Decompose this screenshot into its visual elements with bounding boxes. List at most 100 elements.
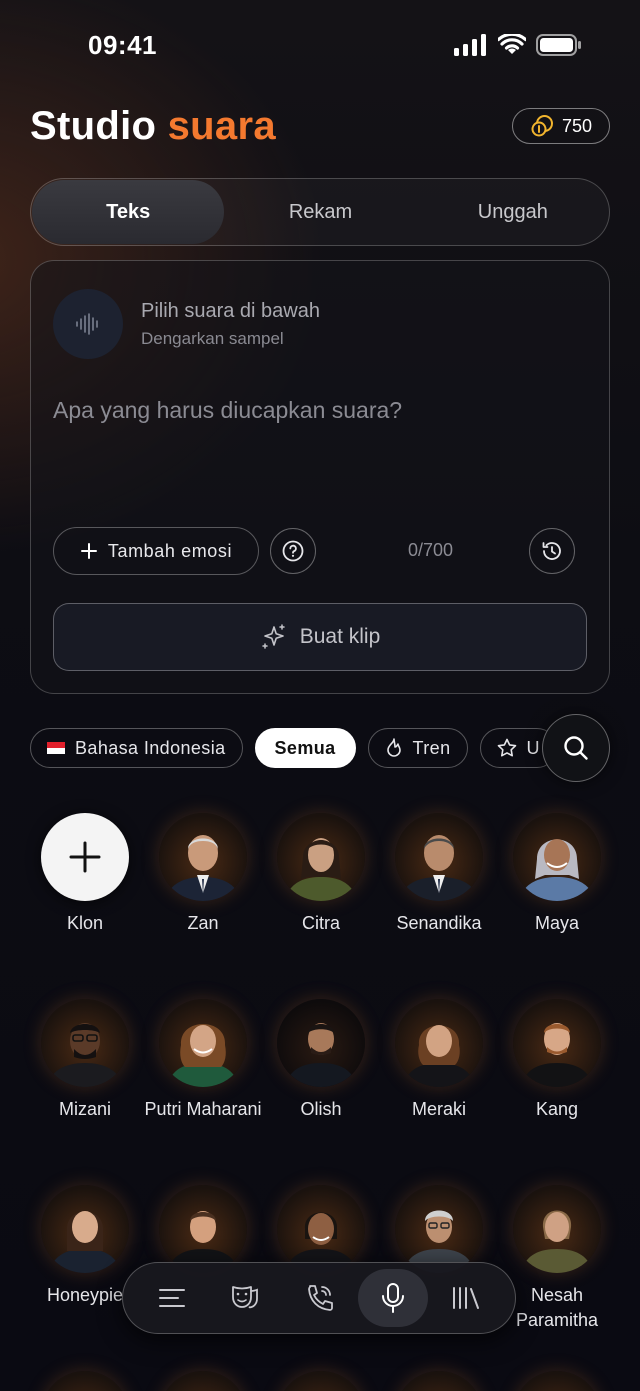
sparkles-icon [261,624,285,649]
nav-voices[interactable] [210,1269,280,1327]
nav-library[interactable] [431,1269,501,1327]
voice-item-partial[interactable] [26,1371,144,1391]
tab-teks[interactable]: Teks [32,180,225,244]
voice-item-senandika[interactable]: Senandika [380,813,498,936]
avatar [277,999,365,1087]
voice-name: Nesah Paramitha [515,1285,599,1330]
portrait-icon [285,1023,357,1087]
language-chip-label: Bahasa Indonesia [75,737,226,758]
voice-item-olish[interactable]: Olish [262,999,380,1122]
nav-studio[interactable] [357,1269,428,1327]
voice-item-partial[interactable] [498,1371,616,1391]
voice-item-partial[interactable] [144,1371,262,1391]
search-icon [564,736,588,760]
avatar [277,1371,365,1391]
voice-item-meraki[interactable]: Meraki [380,999,498,1122]
voice-name: Zan [187,913,219,933]
voice-item-nesah-paramitha[interactable]: Nesah Paramitha [498,1185,616,1333]
coins-icon [531,115,553,137]
avatar [395,1185,483,1273]
voice-name: Putri Maharani [144,1099,262,1119]
voice-item-mizani[interactable]: Mizani [26,999,144,1122]
voice-picker-title: Pilih suara di bawah [141,299,320,322]
portrait-icon [285,1212,357,1273]
voice-name: Meraki [411,1099,466,1119]
tab-unggah[interactable]: Unggah [417,179,609,245]
portrait-icon [521,1023,593,1087]
avatar [41,999,129,1087]
tab-rekam[interactable]: Rekam [224,179,416,245]
portrait-icon [519,839,595,901]
flame-icon [386,738,401,757]
voice-name: Kang [535,1099,579,1119]
menu-icon [158,1289,185,1307]
header: Studio suara 750 [30,100,610,156]
avatar [277,1185,365,1273]
question-icon [282,540,304,562]
portrait-icon [167,1211,239,1273]
voice-name: Citra [301,913,340,933]
credits-badge[interactable]: 750 [512,108,610,144]
bottom-nav [122,1262,516,1334]
voice-item-partial[interactable] [262,1371,380,1391]
avatar [159,1371,247,1391]
status-icons [454,34,582,56]
voice-item-kang[interactable]: Kang [498,999,616,1122]
voice-picker[interactable]: Pilih suara di bawah Dengarkan sampel [53,289,320,359]
page-title-accent: suara [167,104,276,148]
avatar [513,813,601,901]
text-input[interactable]: Apa yang harus diucapkan suara? [53,397,402,424]
voice-item-zan[interactable]: Zan [144,813,262,936]
phone-icon [308,1285,333,1311]
trending-chip-label: Tren [412,737,451,758]
portrait-icon [403,1025,475,1087]
waveform-icon [76,313,98,335]
voice-name: Klon [66,913,104,933]
portrait-icon [49,1211,121,1273]
history-button[interactable] [529,528,575,574]
status-time: 09:41 [88,30,157,60]
nav-menu[interactable] [137,1269,207,1327]
trending-chip[interactable]: Tren [367,728,468,768]
voice-name: Mizani [58,1099,111,1119]
avatar [159,1185,247,1273]
add-emotion-button[interactable]: Tambah emosi [53,527,259,575]
signal-icon [454,34,486,56]
credits-count: 750 [561,115,593,136]
voice-item-putri-maharani[interactable]: Putri Maharani [144,999,262,1122]
language-chip[interactable]: Bahasa Indonesia [30,728,243,768]
plus-icon [80,543,97,559]
mode-tabs: Teks Rekam Unggah [30,178,610,246]
portrait-icon [165,835,241,901]
avatar [277,813,365,901]
all-chip[interactable]: Semua [254,728,356,768]
voice-picker-subtitle: Dengarkan sampel [141,328,284,348]
voice-item-partial[interactable] [380,1371,498,1391]
page-title-main: Studio [30,104,157,148]
create-clip-button[interactable]: Buat klip [53,603,587,671]
star-icon [497,738,516,757]
voice-item-maya[interactable]: Maya [498,813,616,936]
avatar [395,999,483,1087]
favorites-chip-label: U [526,737,540,758]
portrait-icon [167,1024,239,1087]
avatar [513,1371,601,1391]
avatar [159,999,247,1087]
composer-card: Pilih suara di bawah Dengarkan sampel Ap… [30,260,610,694]
nav-calls[interactable] [284,1269,354,1327]
add-emotion-label: Tambah emosi [107,540,233,561]
voice-name: Maya [534,913,579,933]
mic-icon [381,1283,404,1313]
clone-avatar [41,813,129,901]
voice-item-citra[interactable]: Citra [262,813,380,936]
plus-icon [69,841,101,873]
wifi-icon [498,34,526,54]
indonesia-flag-icon [47,742,65,754]
library-icon [453,1287,480,1309]
avatar [395,813,483,901]
search-button[interactable] [542,714,610,782]
avatar [395,1371,483,1391]
battery-icon [536,34,581,56]
help-button[interactable] [270,528,316,574]
voice-item-klon[interactable]: Klon [26,813,144,936]
